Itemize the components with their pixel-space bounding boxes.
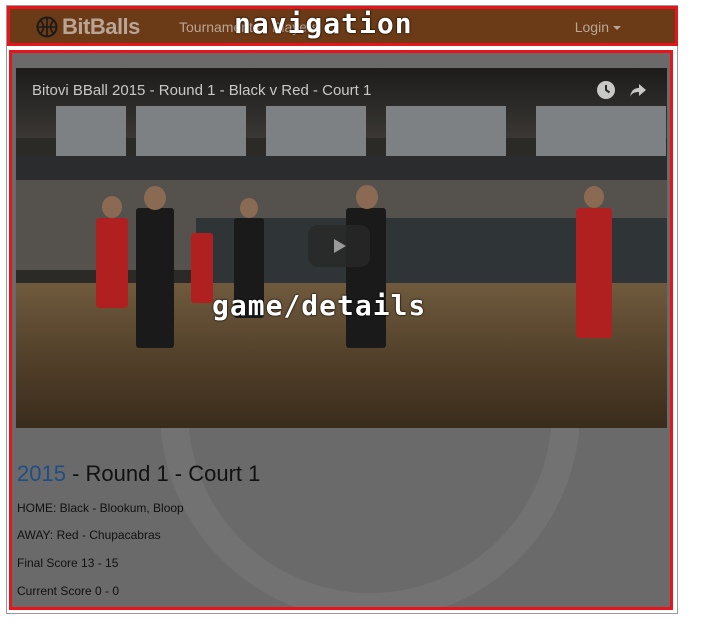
navigation-region-label: navigation: [234, 7, 413, 40]
share-icon[interactable]: [628, 80, 648, 100]
video-player-figure: [96, 218, 128, 308]
current-score-line: Current Score 0 - 0: [17, 584, 120, 598]
video-scene-window: [536, 106, 666, 156]
game-title: 2015 - Round 1 - Court 1: [17, 461, 260, 487]
video-scene-band: [16, 156, 667, 180]
video-player-head: [240, 198, 258, 218]
login-label: Login: [574, 19, 609, 35]
brand-name: BitBalls: [62, 14, 140, 39]
video-title: Bitovi BBall 2015 - Round 1 - Black v Re…: [32, 82, 372, 99]
video-player-head: [144, 186, 166, 210]
game-details-region-label: game/details: [212, 289, 427, 322]
brand-logo-link[interactable]: BitBalls: [36, 14, 140, 39]
video-player-figure: [136, 208, 174, 348]
video-scene-window: [136, 106, 246, 156]
video-scene-window: [386, 106, 506, 156]
game-details-panel: Bitovi BBall 2015 - Round 1 - Black v Re…: [10, 51, 672, 609]
video-player-head: [102, 196, 122, 218]
video-player[interactable]: Bitovi BBall 2015 - Round 1 - Black v Re…: [16, 68, 667, 428]
basketball-icon: [36, 16, 58, 38]
year-link[interactable]: 2015: [17, 461, 66, 486]
video-scene-window: [56, 106, 126, 156]
video-player-figure: [191, 233, 213, 303]
game-title-rest: - Round 1 - Court 1: [65, 461, 261, 486]
away-team-line: AWAY: Red - Chupacabras: [17, 528, 161, 542]
video-player-head: [356, 185, 378, 209]
video-player-head: [584, 186, 604, 208]
login-dropdown[interactable]: Login: [575, 19, 621, 35]
video-scene-window: [266, 106, 366, 156]
home-team-line: HOME: Black - Blookum, Bloop: [17, 501, 184, 515]
play-icon[interactable]: [308, 225, 370, 267]
final-score-line: Final Score 13 - 15: [17, 556, 119, 570]
caret-down-icon: [613, 26, 621, 31]
clock-icon[interactable]: [596, 80, 616, 100]
video-player-figure: [576, 208, 612, 338]
